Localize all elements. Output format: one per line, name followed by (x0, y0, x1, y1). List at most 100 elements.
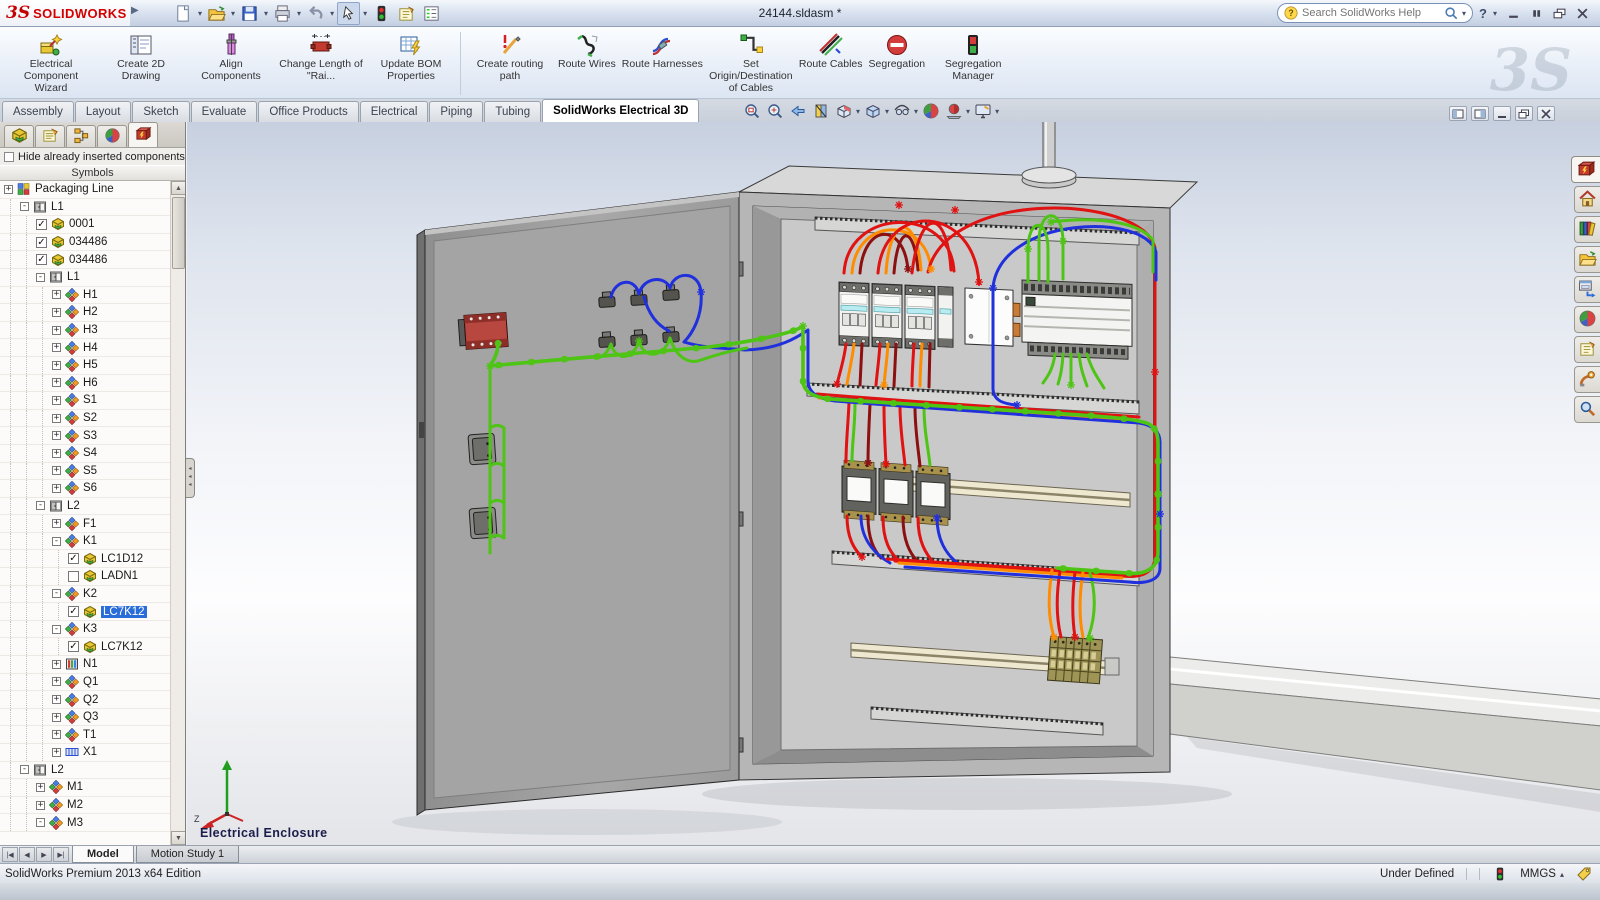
tree-item-lc1d12[interactable]: ✓LC1D12 (0, 550, 185, 568)
motor-contactors[interactable] (842, 460, 950, 526)
units-selector[interactable]: MMGS▴ (1520, 868, 1564, 880)
tree-item-k1[interactable]: -K1 (0, 533, 185, 551)
taskpane-tab-solidworks-resources[interactable] (1574, 186, 1600, 213)
tree-item-k2[interactable]: -K2 (0, 586, 185, 604)
tree-expander[interactable]: + (52, 290, 61, 299)
tree-expander[interactable]: + (52, 484, 61, 493)
select-button[interactable] (337, 2, 360, 25)
panel-tab-properties[interactable] (35, 125, 65, 147)
tree-expander[interactable]: + (52, 519, 61, 528)
door-switch-1[interactable] (468, 433, 496, 465)
tree-expander[interactable]: + (52, 466, 61, 475)
terminal-block[interactable] (1048, 636, 1103, 684)
dropdown-caret[interactable]: ▾ (330, 9, 334, 18)
tree-item-l2[interactable]: -L2 (0, 498, 185, 516)
apply-scene-button[interactable] (944, 101, 964, 121)
tree-expander[interactable]: - (20, 765, 29, 774)
save-button[interactable] (238, 2, 261, 25)
scroll-thumb[interactable] (172, 197, 185, 269)
tree-item-0001[interactable]: ✓0001 (0, 216, 185, 234)
dropdown-caret[interactable]: ▾ (914, 107, 918, 116)
tree-item-m1[interactable]: +M1 (0, 779, 185, 797)
search-icon[interactable] (1444, 6, 1458, 20)
ribbon-update-bom-properties[interactable]: Update BOM Properties (366, 30, 456, 85)
tree-item-lc7k12[interactable]: ✓LC7K12 (0, 603, 185, 621)
tree-checkbox[interactable]: ✓ (68, 606, 79, 617)
last-tab-button[interactable]: ▶| (53, 847, 69, 862)
open-button[interactable] (205, 2, 228, 25)
tab-layout[interactable]: Layout (75, 101, 132, 122)
pane-split-button[interactable] (1471, 106, 1489, 121)
tree-expander[interactable]: + (52, 396, 61, 405)
tree-expander[interactable]: + (52, 308, 61, 317)
tree-item-h3[interactable]: +H3 (0, 322, 185, 340)
hide-show-items-button[interactable] (892, 101, 912, 121)
tree-item-q2[interactable]: +Q2 (0, 691, 185, 709)
tree-expander[interactable]: + (52, 730, 61, 739)
enclosure-door[interactable] (417, 192, 739, 815)
tree-item-q3[interactable]: +Q3 (0, 709, 185, 727)
tree-checkbox[interactable]: ✓ (68, 641, 79, 652)
tree-item-s4[interactable]: +S4 (0, 445, 185, 463)
ribbon-create-routing-path[interactable]: Create routing path (465, 30, 555, 85)
tree-expander[interactable]: + (52, 361, 61, 370)
new-document-button[interactable] (172, 2, 195, 25)
doc-minimize-button[interactable] (1493, 106, 1511, 121)
tree-item-lc7k12[interactable]: ✓LC7K12 (0, 638, 185, 656)
tree-expander[interactable]: - (52, 625, 61, 634)
tree-item-q1[interactable]: +Q1 (0, 674, 185, 692)
pane-left-button[interactable] (1449, 106, 1467, 121)
tab-solidworks-electrical-3d[interactable]: SolidWorks Electrical 3D (542, 99, 699, 122)
undo-button[interactable] (304, 2, 327, 25)
tree-expander[interactable]: + (4, 185, 13, 194)
tree-item-k3[interactable]: -K3 (0, 621, 185, 639)
tree-expander[interactable]: + (52, 449, 61, 458)
graphics-viewport[interactable]: Z Electrical Enclosure (187, 122, 1600, 845)
dropdown-caret[interactable]: ▾ (264, 9, 268, 18)
tab-evaluate[interactable]: Evaluate (191, 101, 258, 122)
tree-item-packaging-line[interactable]: +Packaging Line (0, 181, 185, 199)
view-orientation-button[interactable] (834, 101, 854, 121)
taskpane-tab-file-explorer[interactable] (1574, 246, 1600, 273)
taskpane-tab-view-palette[interactable] (1574, 276, 1600, 303)
dropdown-caret[interactable]: ▾ (995, 107, 999, 116)
dropdown-caret[interactable]: ▾ (885, 107, 889, 116)
tree-expander[interactable]: + (52, 343, 61, 352)
help-search-box[interactable]: ? ▾ (1277, 3, 1473, 23)
tree-expander[interactable]: + (36, 783, 45, 792)
help-search-input[interactable] (1302, 7, 1440, 19)
tree-item-l1[interactable]: -L1 (0, 269, 185, 287)
tree-checkbox[interactable]: ✓ (36, 219, 47, 230)
dropdown-caret[interactable]: ▾ (198, 9, 202, 18)
taskpane-tab-electrical-manager[interactable] (1571, 156, 1600, 183)
taskpane-tab-search-assistant[interactable] (1574, 396, 1600, 423)
scroll-up-button[interactable]: ▲ (171, 181, 185, 195)
tree-item-034486[interactable]: ✓034486 (0, 234, 185, 252)
dropdown-caret[interactable]: ▾ (231, 9, 235, 18)
ribbon-route-harnesses[interactable]: Route Harnesses (619, 30, 706, 73)
panel-tab-structure[interactable] (66, 125, 96, 147)
tab-tubing[interactable]: Tubing (484, 101, 541, 122)
file-properties-button[interactable] (395, 2, 418, 25)
tree-item-h2[interactable]: +H2 (0, 304, 185, 322)
tree-item-l1[interactable]: -L1 (0, 199, 185, 217)
ribbon-electrical-component-wizard[interactable]: Electrical Component Wizard (6, 30, 96, 97)
scroll-down-button[interactable]: ▼ (171, 831, 185, 845)
tab-piping[interactable]: Piping (429, 101, 483, 122)
tree-item-h1[interactable]: +H1 (0, 287, 185, 305)
door-switch-2[interactable] (469, 507, 497, 539)
zoom-to-area-button[interactable] (765, 101, 785, 121)
tree-expander[interactable]: - (36, 501, 45, 510)
brand-expand-arrow[interactable]: ▶ (131, 5, 139, 16)
ribbon-route-cables[interactable]: Route Cables (796, 30, 866, 73)
tree-expander[interactable]: + (36, 801, 45, 810)
tab-office-products[interactable]: Office Products (258, 101, 358, 122)
tree-item-m3[interactable]: -M3 (0, 814, 185, 832)
previous-tab-button[interactable]: ◀ (19, 847, 35, 862)
edit-appearance-button[interactable] (921, 101, 941, 121)
doc-tab-model[interactable]: Model (72, 846, 134, 863)
tree-item-s2[interactable]: +S2 (0, 410, 185, 428)
doc-close-button[interactable] (1537, 106, 1555, 121)
dropdown-caret[interactable]: ▾ (297, 9, 301, 18)
taskpane-tab-design-library[interactable] (1574, 216, 1600, 243)
